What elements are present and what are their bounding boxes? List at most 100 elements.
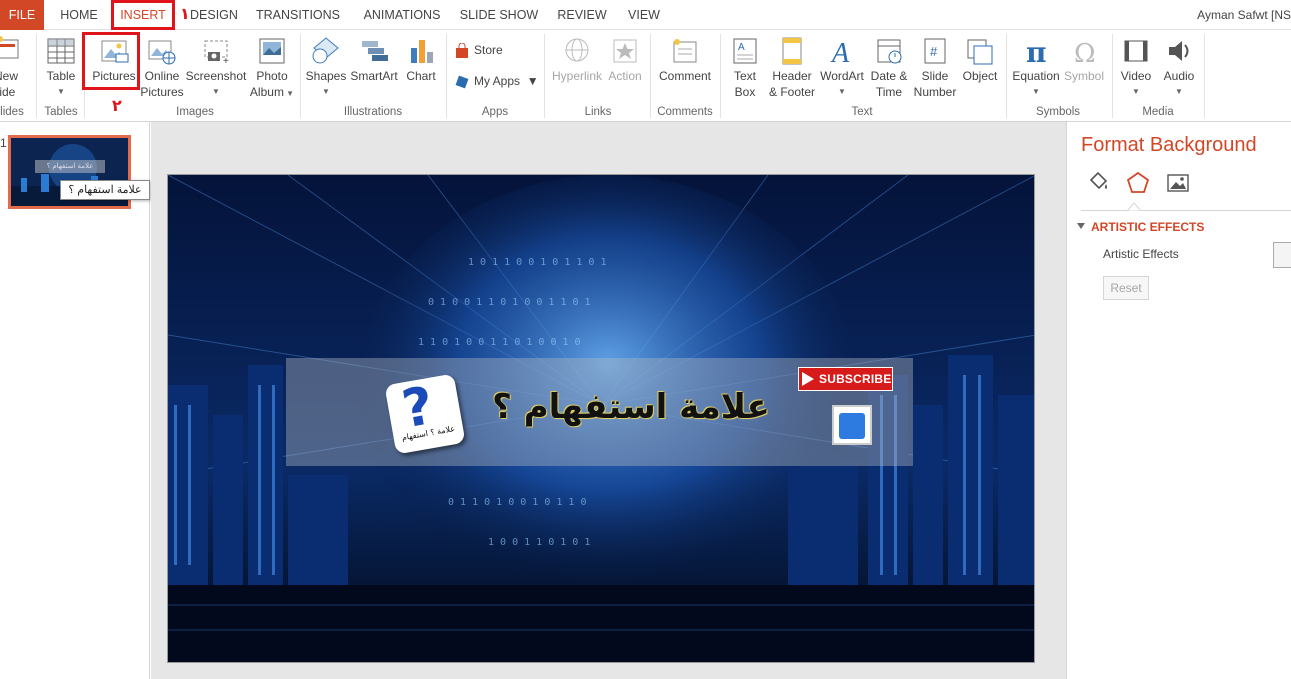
group-label-comments: Comments [657, 106, 713, 118]
separator [544, 34, 545, 118]
table-button[interactable]: Table ▼ [42, 34, 80, 106]
new-slide-icon [0, 36, 19, 59]
shapes-icon [312, 37, 339, 64]
my-apps-button[interactable]: My Apps ▼ [454, 70, 539, 92]
screenshot-button[interactable]: + Screenshot ▼ [185, 34, 247, 106]
slide-title[interactable]: علامة استفهام ؟ [486, 381, 776, 433]
svg-text:0 1 0 0 1 1 0 1 0 0 1 1 0 1: 0 1 0 0 1 1 0 1 0 0 1 1 0 1 [428, 297, 591, 308]
photo-album-label-1: Photo [256, 69, 288, 83]
tab-home[interactable]: HOME [51, 0, 107, 30]
new-slide-button[interactable]: New lide [0, 34, 26, 106]
comment-button[interactable]: Comment [654, 34, 716, 106]
shapes-label: Shapes [305, 69, 347, 83]
group-label-tables: Tables [44, 106, 78, 118]
slide-number-icon: # [924, 38, 946, 64]
svg-text:Ω: Ω [1074, 39, 1096, 66]
svg-text:π: π [1026, 36, 1047, 66]
tab-design[interactable]: DESIGN [190, 0, 238, 30]
hyperlink-label: Hyperlink [551, 69, 602, 83]
header-footer-button[interactable]: Header & Footer [766, 34, 818, 106]
format-background-pane: Format Background ARTISTIC EFFECTS Artis… [1066, 122, 1291, 679]
comment-icon [673, 39, 697, 63]
tab-review[interactable]: REVIEW [556, 0, 608, 30]
audio-button[interactable]: Audio ▼ [1158, 34, 1200, 106]
chart-button[interactable]: Chart [402, 34, 440, 106]
separator [1006, 34, 1007, 118]
table-label: Table [46, 69, 76, 83]
subscribe-badge: SUBSCRIBE [798, 367, 893, 391]
reset-button[interactable]: Reset [1103, 276, 1149, 300]
svg-text:0 1 1 0 1 0 0 1 0 1 1 0: 0 1 1 0 1 0 0 1 0 1 1 0 [448, 497, 586, 508]
ribbon-insert: New lide Table ▼ Pictures ٢ Online Pictu… [0, 30, 1291, 122]
text-box-label-1: Text [733, 69, 756, 83]
object-icon [967, 39, 993, 65]
symbol-button[interactable]: Ω Symbol [1060, 34, 1108, 106]
video-button[interactable]: Video ▼ [1116, 34, 1156, 106]
online-pictures-icon [148, 40, 176, 65]
hyperlink-icon [565, 38, 589, 62]
tab-animations[interactable]: ANIMATIONS [356, 0, 448, 30]
smartart-button[interactable]: SmartArt [348, 34, 400, 106]
date-time-label-1: Date & [870, 69, 908, 83]
store-button[interactable]: Store [454, 39, 503, 61]
artistic-effects-section-header[interactable]: ARTISTIC EFFECTS [1077, 220, 1205, 234]
separator [720, 34, 721, 118]
symbol-label: Symbol [1063, 69, 1104, 83]
object-button[interactable]: Object [958, 34, 1002, 106]
svg-text:+: + [223, 56, 229, 66]
svg-text:A: A [830, 38, 850, 66]
shapes-button[interactable]: Shapes ▼ [304, 34, 348, 106]
chevron-down-icon: ▼ [283, 89, 295, 98]
online-pictures-label-1: Online [144, 69, 180, 83]
effects-pentagon-icon[interactable] [1125, 170, 1151, 196]
film-icon [1124, 40, 1148, 62]
artistic-effects-section-label: ARTISTIC EFFECTS [1091, 220, 1205, 234]
subscribe-text: SUBSCRIBE [819, 372, 892, 386]
hyperlink-button[interactable]: Hyperlink [548, 34, 606, 106]
tab-transitions[interactable]: TRANSITIONS [255, 0, 341, 30]
slide-editing-area: 1 0 1 1 0 0 1 0 1 1 0 1 0 1 0 0 1 1 0 1 … [151, 122, 1066, 679]
slide-number: 1 [0, 136, 7, 150]
slide-canvas[interactable]: 1 0 1 1 0 0 1 0 1 1 0 1 0 1 0 0 1 1 0 1 … [167, 174, 1035, 663]
chevron-down-icon: ▼ [1175, 87, 1183, 96]
like-thumb-icon [832, 405, 872, 445]
comment-label: Comment [658, 69, 711, 83]
slide-thumbnail-pane: 1 علامة استفهام ؟ علامة استفهام ؟ [0, 122, 150, 679]
date-time-label-2: Time [875, 85, 903, 99]
divider [1081, 210, 1291, 211]
new-slide-label-1: New [0, 69, 18, 83]
fill-bucket-icon[interactable] [1085, 170, 1111, 196]
smartart-label: SmartArt [350, 69, 398, 83]
artistic-effects-dropdown[interactable] [1273, 242, 1291, 268]
slide-number-button[interactable]: # Slide Number [910, 34, 960, 106]
tab-file[interactable]: FILE [0, 0, 44, 30]
user-name[interactable]: Ayman Safwt [NS [1197, 0, 1291, 30]
highlight-box-insert [111, 0, 175, 30]
chevron-down-icon: ▼ [57, 87, 65, 96]
group-label-text: Text [851, 106, 873, 118]
text-box-button[interactable]: A Text Box [726, 34, 764, 106]
date-time-button[interactable]: Date & Time [866, 34, 912, 106]
picture-icon[interactable] [1165, 170, 1191, 196]
separator [446, 34, 447, 118]
separator [650, 34, 651, 118]
ribbon-tab-bar: FILE HOME INSERT ١ DESIGN TRANSITIONS AN… [0, 0, 1291, 30]
separator [300, 34, 301, 118]
my-apps-label: My Apps [474, 74, 521, 88]
photo-album-button[interactable]: Photo Album ▼ [248, 34, 296, 106]
highlight-box-pictures [82, 32, 140, 90]
slide-number-label-1: Slide [921, 69, 949, 83]
group-label-images: Images [176, 106, 214, 118]
tab-slide-show[interactable]: SLIDE SHOW [458, 0, 540, 30]
separator [36, 34, 37, 118]
online-pictures-button[interactable]: Online Pictures [140, 34, 184, 106]
action-star-icon [613, 39, 637, 63]
screenshot-label: Screenshot [185, 69, 247, 83]
wordart-button[interactable]: A WordArt ▼ [818, 34, 866, 106]
tab-view[interactable]: VIEW [624, 0, 664, 30]
action-button[interactable]: Action [604, 34, 646, 106]
new-slide-label-2: lide [0, 85, 16, 99]
equation-button[interactable]: π Equation ▼ [1008, 34, 1064, 106]
collapse-triangle-icon [1077, 223, 1085, 229]
svg-text:A: A [738, 42, 745, 53]
